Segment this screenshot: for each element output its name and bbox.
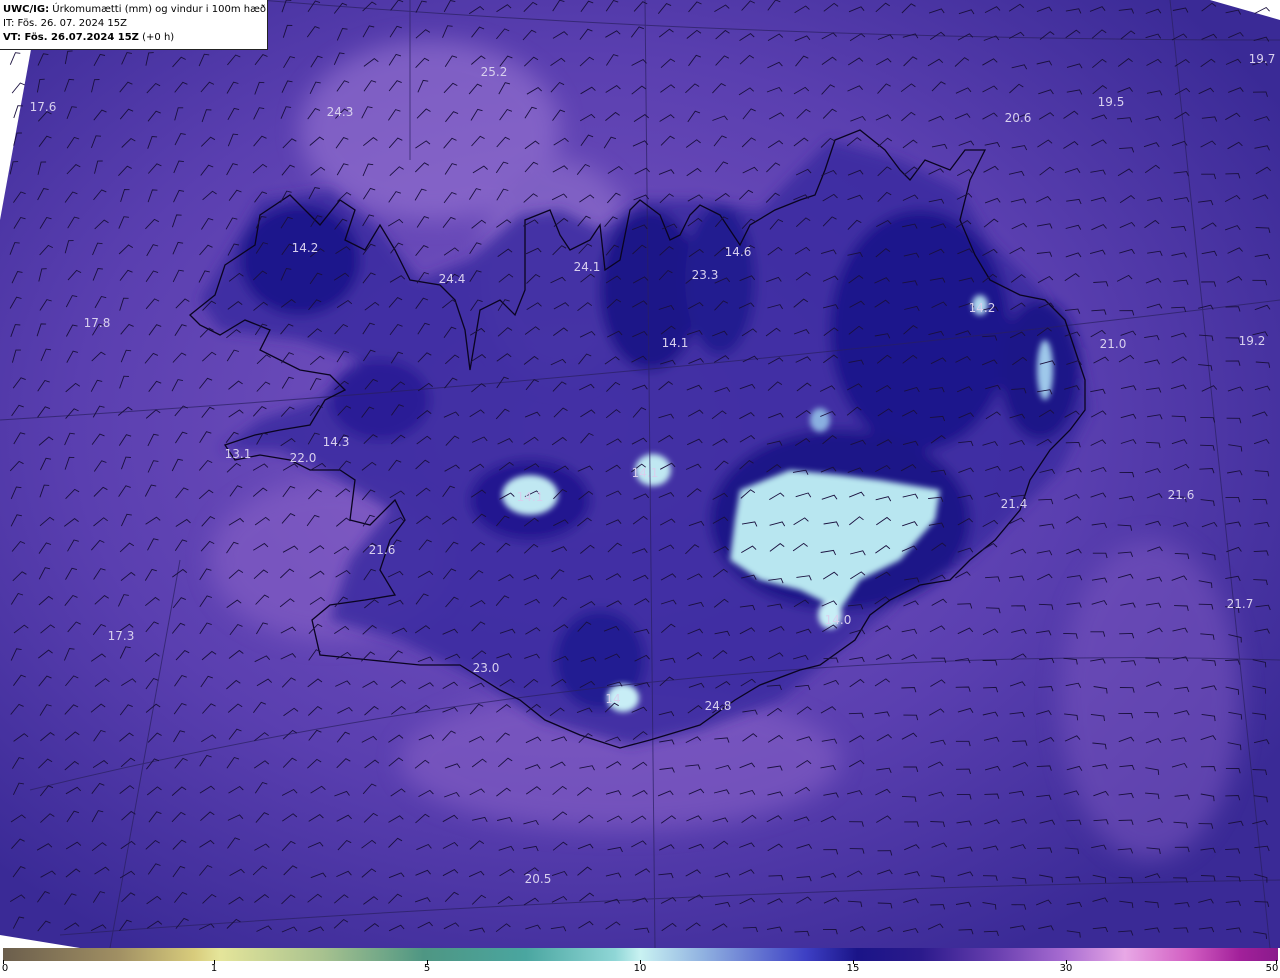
colorbar-tick-15: 15 <box>846 963 860 974</box>
value-label: 23.0 <box>473 661 500 675</box>
value-label: 22.0 <box>290 451 317 465</box>
colorbar-tick-5: 5 <box>423 963 431 974</box>
value-label: 17.3 <box>108 629 135 643</box>
value-label: 14.3 <box>323 435 350 449</box>
model-name: UWC/IG: <box>3 4 50 15</box>
colorbar-tick-50: 50 <box>1265 963 1279 974</box>
colorbar-tick-10: 10 <box>633 963 647 974</box>
init-time: IT: Fös. 26. 07. 2024 15Z <box>3 18 127 29</box>
value-label: 21.0 <box>1100 337 1127 351</box>
value-label: 14.2 <box>292 241 319 255</box>
value-label: 21.4 <box>1001 497 1028 511</box>
forecast-offset: (+0 h) <box>142 32 175 43</box>
value-label: 19.5 <box>1098 95 1125 109</box>
value-label: 21.6 <box>369 543 396 557</box>
colorbar-tick-30: 30 <box>1059 963 1073 974</box>
info-box: UWC/IG: Úrkomumætti (mm) og vindur i 100… <box>0 0 268 50</box>
value-label: 20.5 <box>525 872 552 886</box>
value-label: 14.1 <box>632 466 659 480</box>
value-label: 14 <box>605 692 620 706</box>
value-label: 14.1 <box>662 336 689 350</box>
map-canvas: 25.2 19.7 17.6 24.3 19.5 20.6 14.2 24.4 24.1 23.3… <box>0 0 1280 948</box>
colorbar-tick-0: 0 <box>1 963 9 974</box>
value-label: 24.3 <box>327 105 354 119</box>
value-label: 21.7 <box>1227 597 1254 611</box>
value-label: 17.6 <box>30 100 57 114</box>
colorbar-tick-1: 1 <box>210 963 218 974</box>
value-label: 19.2 <box>1239 334 1266 348</box>
value-label: 14.0 <box>825 613 852 627</box>
value-label: 14.2 <box>969 301 996 315</box>
value-label: 14.6 <box>725 245 752 259</box>
value-label: 25.2 <box>481 65 508 79</box>
field-description: Úrkomumætti (mm) og vindur i 100m hæð <box>52 4 267 15</box>
value-label: 24.1 <box>574 260 601 274</box>
value-label: 24.8 <box>705 699 732 713</box>
value-label: 17.8 <box>84 316 111 330</box>
value-label: 20.6 <box>1005 111 1032 125</box>
weather-map[interactable]: 25.2 19.7 17.6 24.3 19.5 20.6 14.2 24.4 24.1 23.3… <box>0 0 1280 948</box>
value-label: 24.4 <box>439 272 466 286</box>
value-label: 23.3 <box>692 268 719 282</box>
colorbar: 0 1 5 10 15 30 50 <box>0 948 1280 978</box>
value-label: 14.1 <box>517 490 544 504</box>
value-label: 21.6 <box>1168 488 1195 502</box>
valid-time: VT: Fös. 26.07.2024 15Z <box>3 32 139 43</box>
value-label: 13.1 <box>225 447 252 461</box>
value-label: 19.7 <box>1249 52 1276 66</box>
